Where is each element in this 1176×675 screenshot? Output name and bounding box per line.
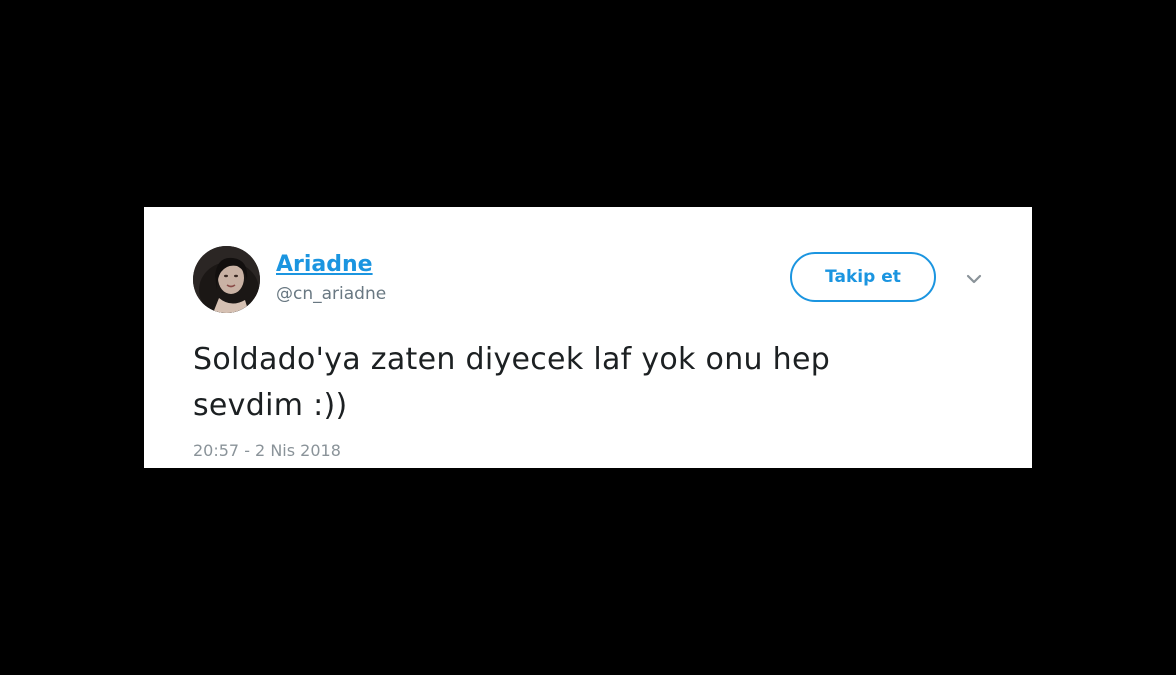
- avatar-image: [193, 246, 260, 313]
- tweet-text-line-1: Soldado'ya zaten diyecek laf yok onu hep: [193, 342, 831, 377]
- tweet-text: Soldado'ya zaten diyecek laf yok onu hep…: [193, 337, 983, 429]
- display-name[interactable]: Ariadne: [276, 251, 373, 279]
- timestamp[interactable]: 20:57 - 2 Nis 2018: [193, 441, 341, 461]
- avatar[interactable]: [193, 246, 260, 313]
- tweet-text-line-2: sevdim :)): [193, 388, 348, 423]
- chevron-down-icon[interactable]: [962, 267, 986, 291]
- follow-button[interactable]: Takip et: [790, 252, 936, 302]
- follow-button-label: Takip et: [825, 267, 901, 287]
- user-handle: @cn_ariadne: [276, 284, 387, 304]
- tweet-card: Ariadne @cn_ariadne Takip et Soldado'ya …: [144, 207, 1032, 468]
